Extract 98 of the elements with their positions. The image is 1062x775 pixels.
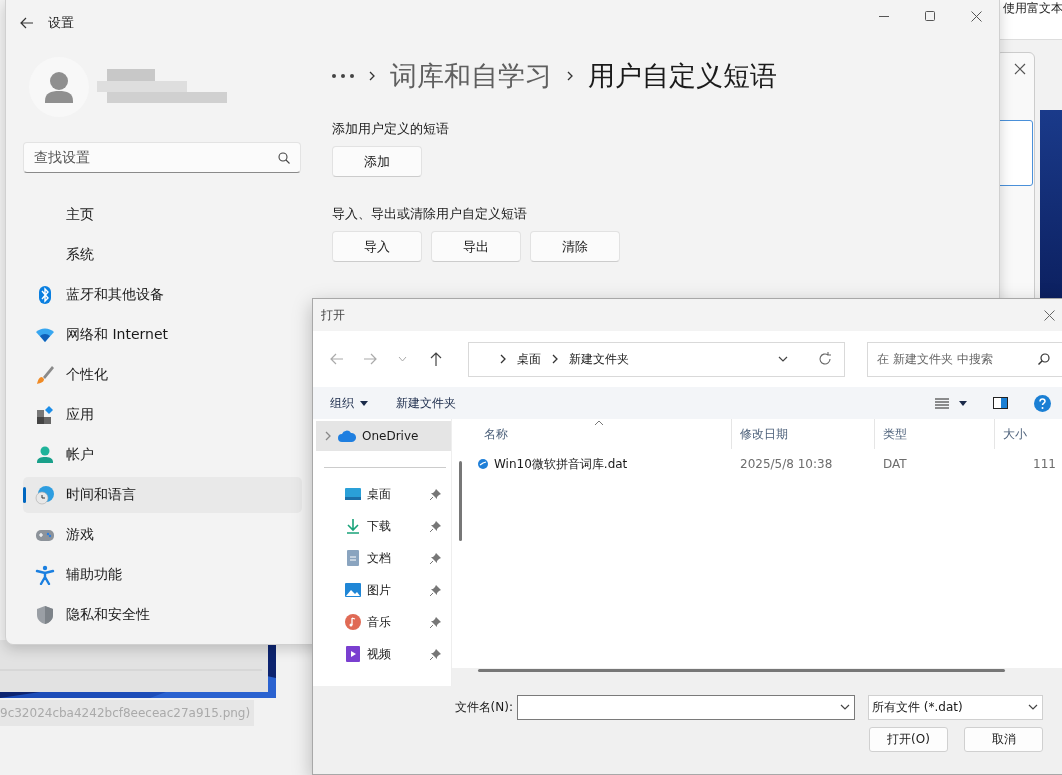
chevron-icon bbox=[566, 71, 574, 81]
chevron-down-icon bbox=[1028, 704, 1038, 710]
file-icon bbox=[478, 459, 488, 469]
nav-item[interactable]: 辅助功能 bbox=[23, 557, 302, 593]
dialog-title: 打开 bbox=[321, 306, 345, 324]
chevron-icon bbox=[324, 431, 332, 441]
close-icon bbox=[970, 10, 982, 22]
music-icon bbox=[345, 614, 361, 630]
file-name-text: 9c32024cba4242bcf8eeceac27a915.png) bbox=[0, 700, 255, 726]
dialog-button[interactable]: 打开(O) bbox=[869, 726, 948, 752]
image-icon bbox=[345, 582, 361, 598]
scrollbar[interactable] bbox=[478, 669, 1005, 672]
nav-item[interactable]: 时间和语言 bbox=[23, 477, 302, 513]
caret-icon bbox=[360, 400, 368, 406]
nav-item[interactable]: 帐户 bbox=[23, 437, 302, 473]
chevron-icon bbox=[498, 354, 507, 364]
person-icon bbox=[34, 445, 55, 465]
download-icon bbox=[345, 518, 361, 534]
minimize-icon bbox=[879, 15, 889, 17]
preview-pane-icon[interactable] bbox=[993, 397, 1008, 409]
help-icon[interactable] bbox=[1034, 394, 1051, 412]
nav-item[interactable]: 音乐 bbox=[316, 606, 451, 638]
pin-icon[interactable] bbox=[430, 648, 441, 660]
new-folder-button[interactable]: 新建文件夹 bbox=[396, 394, 456, 412]
search-field[interactable]: 查找设置 bbox=[23, 142, 301, 173]
column-header[interactable]: 类型 bbox=[875, 419, 995, 449]
path-item[interactable]: 桌面 bbox=[516, 350, 541, 368]
nav-item[interactable]: 桌面 bbox=[316, 478, 451, 510]
caret-icon[interactable] bbox=[959, 400, 967, 406]
more-icon[interactable] bbox=[332, 74, 354, 78]
chevron-down-icon bbox=[840, 704, 850, 710]
search-placeholder: 查找设置 bbox=[34, 148, 90, 167]
nav-item[interactable]: OneDrive bbox=[316, 421, 451, 451]
nav-item[interactable]: 图片 bbox=[316, 574, 451, 606]
breadcrumb-item: 用户自定义短语 bbox=[588, 59, 777, 93]
field-label: 文件名(N): bbox=[454, 698, 513, 716]
action-button[interactable]: 添加 bbox=[332, 146, 422, 177]
window-title: 设置 bbox=[48, 14, 74, 32]
video-icon bbox=[345, 646, 361, 662]
nav-item[interactable]: 系统 bbox=[23, 237, 302, 273]
close-icon[interactable] bbox=[1014, 63, 1026, 75]
column-header[interactable]: 大小 bbox=[995, 419, 1062, 449]
search-placeholder: 在 新建文件夹 中搜索 bbox=[877, 350, 993, 368]
search-icon bbox=[1038, 353, 1050, 365]
nav-item[interactable]: 游戏 bbox=[23, 517, 302, 553]
action-button[interactable]: 导出 bbox=[431, 231, 521, 262]
pin-icon[interactable] bbox=[430, 616, 441, 628]
column-header[interactable]: 修改日期 bbox=[732, 419, 875, 449]
path-item[interactable]: 新建文件夹 bbox=[568, 350, 629, 368]
section-label: 添加用户定义的短语 bbox=[332, 120, 450, 138]
accessibility-icon bbox=[34, 565, 55, 585]
maximize-icon bbox=[925, 11, 935, 21]
chevron-icon bbox=[550, 354, 559, 364]
nav-item[interactable]: 视频 bbox=[316, 638, 451, 670]
scrollbar[interactable] bbox=[459, 461, 462, 541]
nav-item[interactable]: 应用 bbox=[23, 397, 302, 433]
search-icon bbox=[278, 151, 290, 164]
chevron-down-icon bbox=[778, 356, 789, 362]
nav-item[interactable]: 个性化 bbox=[23, 357, 302, 393]
dialog-button[interactable]: 取消 bbox=[964, 726, 1043, 752]
column-header[interactable]: 名称 bbox=[460, 419, 732, 449]
window-text: 使用富文本 bbox=[1002, 0, 1062, 17]
file-name-field[interactable] bbox=[517, 694, 855, 720]
paintbrush-icon bbox=[34, 365, 55, 385]
back-arrow-icon[interactable] bbox=[20, 17, 34, 29]
nav-item[interactable]: 隐私和安全性 bbox=[23, 597, 302, 633]
view-menu-icon[interactable] bbox=[935, 397, 949, 409]
pin-icon[interactable] bbox=[430, 488, 441, 500]
search-field[interactable]: 在 新建文件夹 中搜索 bbox=[867, 341, 1062, 377]
shield-icon bbox=[34, 605, 55, 625]
nav-item[interactable]: 网络和 Internet bbox=[23, 317, 302, 353]
organize-button[interactable]: 组织 bbox=[330, 394, 368, 412]
nav-item[interactable]: 主页 bbox=[23, 197, 302, 233]
pin-icon[interactable] bbox=[430, 584, 441, 596]
selection-indicator bbox=[23, 487, 26, 503]
document-icon bbox=[345, 550, 361, 566]
cloud-icon bbox=[338, 430, 356, 442]
action-button[interactable]: 清除 bbox=[530, 231, 620, 262]
action-button[interactable]: 导入 bbox=[332, 231, 422, 262]
chevron-icon bbox=[368, 71, 376, 81]
up-arrow-icon[interactable] bbox=[430, 352, 443, 366]
sort-caret-icon bbox=[594, 419, 604, 427]
pin-icon[interactable] bbox=[430, 520, 441, 532]
pin-icon[interactable] bbox=[430, 552, 441, 564]
nav-item[interactable]: 蓝牙和其他设备 bbox=[23, 277, 302, 313]
close-icon[interactable] bbox=[1044, 309, 1055, 321]
forward-arrow-icon[interactable] bbox=[362, 353, 377, 365]
desktop-icon bbox=[345, 486, 361, 502]
breadcrumb-item[interactable]: 词库和自学习 bbox=[390, 58, 552, 94]
section-label: 导入、导出或清除用户自定义短语 bbox=[332, 205, 528, 223]
address-bar[interactable]: 桌面 新建文件夹 bbox=[467, 341, 846, 377]
file-type-dropdown[interactable]: 所有文件 (*.dat) bbox=[868, 694, 1043, 720]
nav-item[interactable]: 下载 bbox=[316, 510, 451, 542]
file-row[interactable]: Win10微软拼音词库.dat 2025/5/8 10:38 DAT 111 bbox=[460, 449, 1062, 479]
refresh-icon[interactable] bbox=[818, 352, 833, 366]
apps-icon bbox=[34, 405, 55, 425]
nav-item[interactable]: 文档 bbox=[316, 542, 451, 574]
globe-clock-icon bbox=[34, 485, 55, 505]
